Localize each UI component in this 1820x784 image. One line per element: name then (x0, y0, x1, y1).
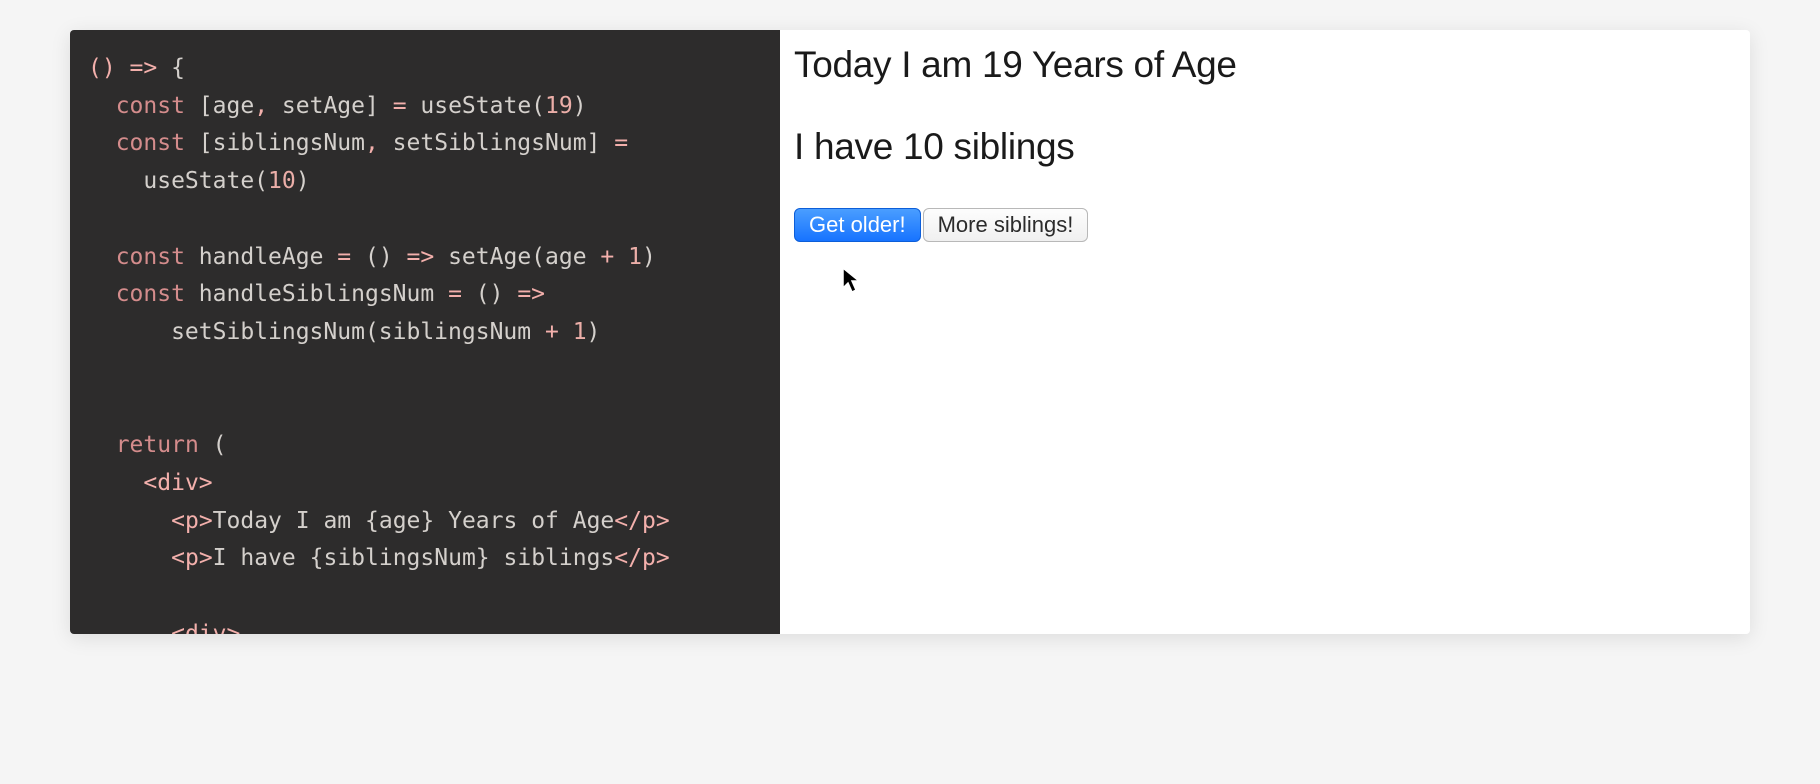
preview-panel: Today I am 19 Years of Age I have 10 sib… (780, 30, 1750, 634)
code-token: = (614, 130, 628, 156)
code-token: > (199, 508, 213, 534)
code-token: 10 (268, 168, 296, 194)
editor-preview-container: () => { const [age, setAge] = useState(1… (70, 30, 1750, 634)
code-token: const (116, 244, 185, 270)
code-token: => (130, 55, 158, 81)
code-token: Today I am (213, 508, 365, 534)
code-token: } (420, 508, 434, 534)
code-token: [siblingsNum (185, 130, 365, 156)
code-token: setAge(age (434, 244, 600, 270)
code-token: p (642, 508, 656, 534)
code-token: setSiblingsNum(siblingsNum (88, 319, 545, 345)
code-token: const (116, 93, 185, 119)
get-older-button[interactable]: Get older! (794, 208, 921, 242)
code-token: p (185, 545, 199, 571)
code-token (614, 244, 628, 270)
code-token: useState( (88, 168, 268, 194)
more-siblings-button[interactable]: More siblings! (923, 208, 1089, 242)
code-token: setAge] (268, 93, 393, 119)
code-token: { (310, 545, 324, 571)
code-token: div (157, 470, 199, 496)
code-token: 1 (573, 319, 587, 345)
code-editor[interactable]: () => { const [age, setAge] = useState(1… (70, 30, 780, 634)
code-token: > (199, 545, 213, 571)
age-text: Today I am 19 Years of Age (794, 44, 1736, 86)
siblings-text: I have 10 siblings (794, 126, 1736, 168)
code-token: < (171, 621, 185, 634)
code-token: = (393, 93, 407, 119)
code-token: ) (642, 244, 656, 270)
code-token: </ (614, 508, 642, 534)
code-token: () (88, 55, 130, 81)
code-token: () (351, 244, 406, 270)
code-token: + (545, 319, 559, 345)
code-token: siblingsNum (323, 545, 475, 571)
code-token: => (407, 244, 435, 270)
code-token: return (116, 432, 199, 458)
code-token: = (448, 281, 462, 307)
code-token: ) (573, 93, 587, 119)
code-token: > (199, 470, 213, 496)
code-token: + (600, 244, 614, 270)
code-token: Years of Age (434, 508, 614, 534)
code-token: { (365, 508, 379, 534)
code-token: siblings (490, 545, 615, 571)
code-token: ( (199, 432, 227, 458)
code-token: > (656, 508, 670, 534)
code-token: => (517, 281, 545, 307)
code-token: div (185, 621, 227, 634)
code-token: { (157, 55, 185, 81)
code-token: , (254, 93, 268, 119)
code-token: const (116, 281, 185, 307)
code-token: [age (185, 93, 254, 119)
code-token: useState( (407, 93, 545, 119)
code-token: 19 (545, 93, 573, 119)
cursor-icon (842, 267, 864, 295)
code-token: < (171, 545, 185, 571)
code-token: const (116, 130, 185, 156)
code-token: < (143, 470, 157, 496)
button-row: Get older! More siblings! (794, 208, 1736, 242)
code-token: ) (296, 168, 310, 194)
code-token: > (227, 621, 241, 634)
code-token: , (365, 130, 379, 156)
code-token: handleAge (185, 244, 337, 270)
code-token: handleSiblingsNum (185, 281, 448, 307)
code-token: p (642, 545, 656, 571)
code-token: = (337, 244, 351, 270)
code-token: I have (213, 545, 310, 571)
code-token: age (379, 508, 421, 534)
code-token: 1 (628, 244, 642, 270)
code-token: < (171, 508, 185, 534)
code-token: </ (614, 545, 642, 571)
code-token: p (185, 508, 199, 534)
code-token: ) (587, 319, 601, 345)
code-token: } (476, 545, 490, 571)
code-token (559, 319, 573, 345)
code-token: setSiblingsNum] (379, 130, 614, 156)
code-token: () (462, 281, 517, 307)
code-token: > (656, 545, 670, 571)
